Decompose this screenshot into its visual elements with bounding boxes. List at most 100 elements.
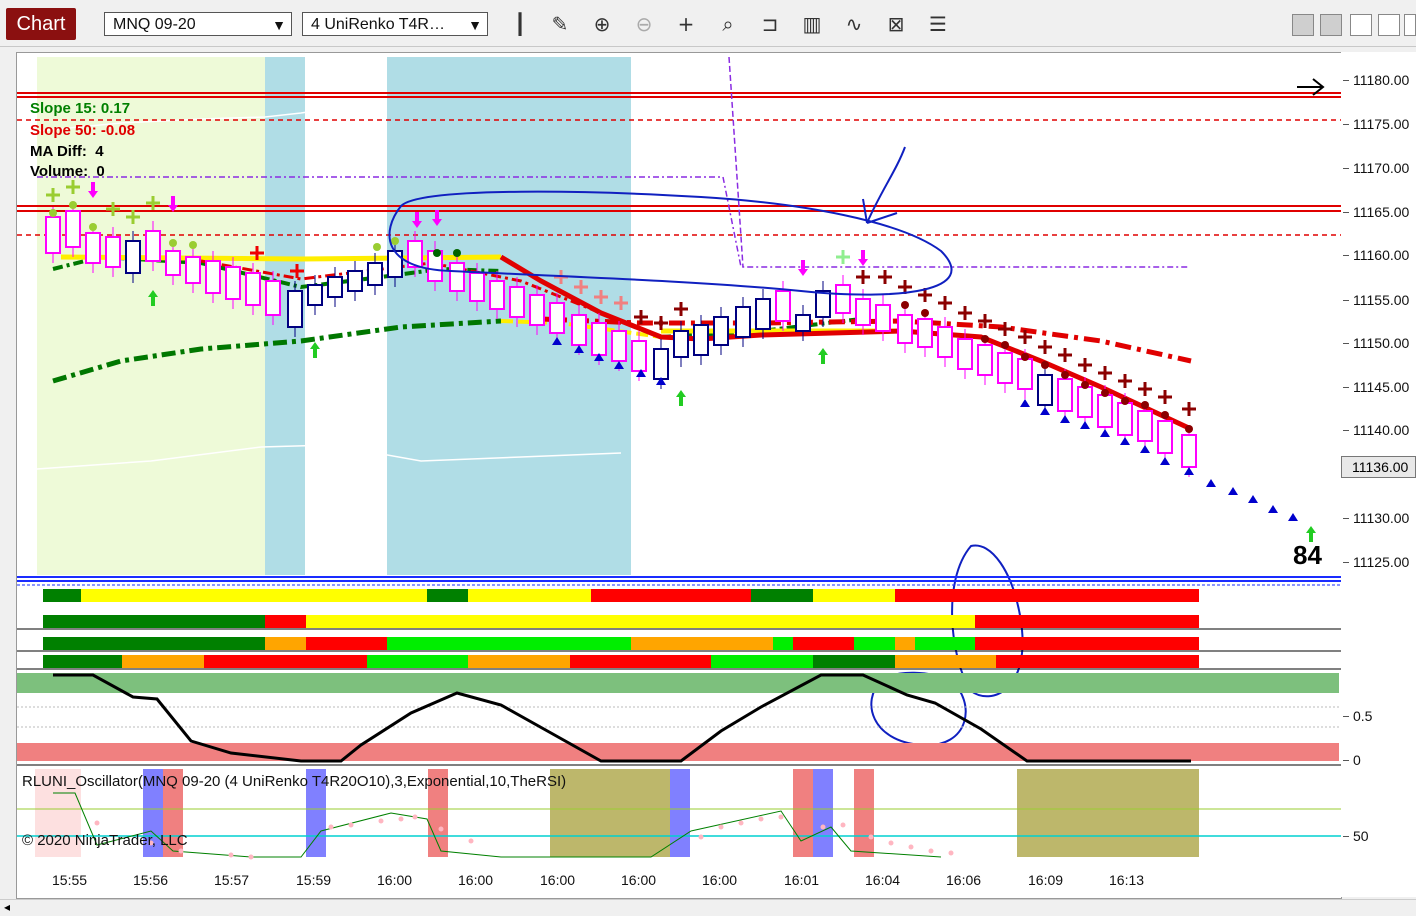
rsi-dot bbox=[378, 818, 384, 824]
chevron-down-icon: ▼ bbox=[468, 17, 482, 33]
dot-marker bbox=[1101, 389, 1109, 397]
scroll-left-icon[interactable]: ◂ bbox=[4, 900, 10, 914]
ribbon-segment bbox=[468, 589, 591, 602]
up-arrow-marker bbox=[818, 348, 828, 364]
zoom-out-icon[interactable]: ⊖ bbox=[630, 10, 658, 38]
triangle-marker bbox=[1020, 399, 1030, 407]
chevron-down-icon: ▼ bbox=[272, 17, 286, 33]
ribbon-segment bbox=[975, 615, 1199, 628]
rsi-dot bbox=[438, 826, 444, 832]
chart-style-icon[interactable]: ▥ bbox=[798, 10, 826, 38]
triangle-marker bbox=[1268, 505, 1278, 513]
ribbon-segment bbox=[813, 589, 895, 602]
plus-marker bbox=[1158, 390, 1172, 404]
price-chart[interactable] bbox=[17, 53, 1341, 898]
candle bbox=[105, 236, 121, 268]
rsi-dot bbox=[348, 822, 354, 828]
candle bbox=[795, 314, 811, 332]
candle bbox=[185, 256, 201, 284]
candle bbox=[1037, 374, 1053, 406]
triangle-marker bbox=[1060, 415, 1070, 423]
triangle-marker bbox=[1120, 437, 1130, 445]
ribbon-segment bbox=[43, 637, 265, 650]
candle bbox=[815, 290, 831, 318]
rsi-dot bbox=[738, 820, 744, 826]
chart-tab[interactable]: Chart bbox=[6, 8, 76, 40]
ribbon-segment bbox=[895, 655, 996, 668]
rsi-dot bbox=[820, 824, 826, 830]
properties-icon[interactable]: ☰ bbox=[924, 10, 952, 38]
instrument-selector[interactable]: MNQ 09-20 ▼ bbox=[104, 12, 292, 36]
triangle-marker bbox=[1140, 445, 1150, 453]
oversold-zone bbox=[17, 743, 1339, 761]
down-arrow-marker bbox=[798, 260, 808, 276]
window-tile-icon[interactable] bbox=[1292, 14, 1314, 36]
window-tile2-icon[interactable] bbox=[1320, 14, 1342, 36]
candle bbox=[45, 216, 61, 254]
crosshair-icon[interactable]: + bbox=[672, 10, 700, 38]
templates-icon[interactable]: ⊠ bbox=[882, 10, 910, 38]
candle bbox=[529, 294, 545, 326]
candle bbox=[347, 270, 363, 292]
ribbon-segment bbox=[468, 655, 570, 668]
candle bbox=[1077, 386, 1093, 418]
plus-marker bbox=[1058, 348, 1072, 362]
data-box-icon[interactable]: ⌕ bbox=[714, 10, 742, 38]
candle bbox=[1117, 402, 1133, 436]
plus-marker bbox=[836, 250, 850, 264]
plus-marker bbox=[1118, 374, 1132, 388]
rsi-dot bbox=[398, 816, 404, 822]
candle bbox=[713, 316, 729, 346]
time-label: 16:00 bbox=[458, 872, 494, 888]
rsi-dot bbox=[928, 848, 934, 854]
ribbon-segment bbox=[306, 637, 387, 650]
ribbon-segment bbox=[43, 615, 265, 628]
dot-marker bbox=[1021, 353, 1029, 361]
dot-marker bbox=[1081, 381, 1089, 389]
ribbon-segment bbox=[265, 615, 306, 628]
plus-marker bbox=[958, 306, 972, 320]
chart-panel[interactable] bbox=[16, 52, 1342, 899]
dot-marker bbox=[921, 309, 929, 317]
ribbon-segment bbox=[265, 637, 306, 650]
time-label: 15:56 bbox=[133, 872, 169, 888]
price-label: 11175.00 bbox=[1342, 116, 1410, 132]
price-axis[interactable]: 11180.00 11175.00 11170.00 11165.00 1116… bbox=[1341, 52, 1416, 897]
candle bbox=[1157, 420, 1173, 454]
ribbon-segment bbox=[367, 655, 468, 668]
dot-marker bbox=[433, 249, 441, 257]
price-label: 11170.00 bbox=[1342, 160, 1410, 176]
price-label: 11130.00 bbox=[1342, 510, 1410, 526]
indicators-icon[interactable]: ∿ bbox=[840, 10, 868, 38]
candle bbox=[917, 318, 933, 348]
zoom-in-icon[interactable]: ⊕ bbox=[588, 10, 616, 38]
strategies-icon[interactable]: ⊐ bbox=[756, 10, 784, 38]
chart-toolbar: Chart MNQ 09-20 ▼ 4 UniRenko T4R… ▼ ┃ ✎ … bbox=[0, 0, 1416, 47]
dot-marker bbox=[373, 243, 381, 251]
plus-marker bbox=[998, 322, 1012, 336]
time-label: 15:55 bbox=[52, 872, 88, 888]
bar-style-icon[interactable]: ┃ bbox=[506, 10, 534, 38]
close-icon[interactable] bbox=[1404, 14, 1416, 36]
candle bbox=[997, 352, 1013, 384]
candle bbox=[957, 338, 973, 370]
horizontal-scrollbar[interactable]: ◂ bbox=[0, 899, 1416, 916]
candle bbox=[205, 260, 221, 294]
pencil-icon[interactable]: ✎ bbox=[546, 10, 574, 38]
minimize-icon[interactable] bbox=[1350, 14, 1372, 36]
slope50-label: Slope 50: -0.08 bbox=[30, 122, 136, 139]
plus-marker bbox=[1078, 358, 1092, 372]
bar-type-selector[interactable]: 4 UniRenko T4R… ▼ bbox=[302, 12, 488, 36]
indicator-label: RLUNI_Oscillator(MNQ 09-20 (4 UniRenko T… bbox=[22, 773, 567, 790]
rsi-dot bbox=[840, 822, 846, 828]
time-label: 16:01 bbox=[784, 872, 820, 888]
time-label: 16:04 bbox=[865, 872, 901, 888]
restore-icon[interactable] bbox=[1378, 14, 1400, 36]
ribbon-segment bbox=[591, 589, 751, 602]
candle bbox=[469, 272, 485, 302]
triangle-marker bbox=[1080, 421, 1090, 429]
rsi-dot bbox=[888, 840, 894, 846]
candle bbox=[653, 348, 669, 380]
ribbon-segment bbox=[773, 637, 793, 650]
candle bbox=[775, 290, 791, 322]
